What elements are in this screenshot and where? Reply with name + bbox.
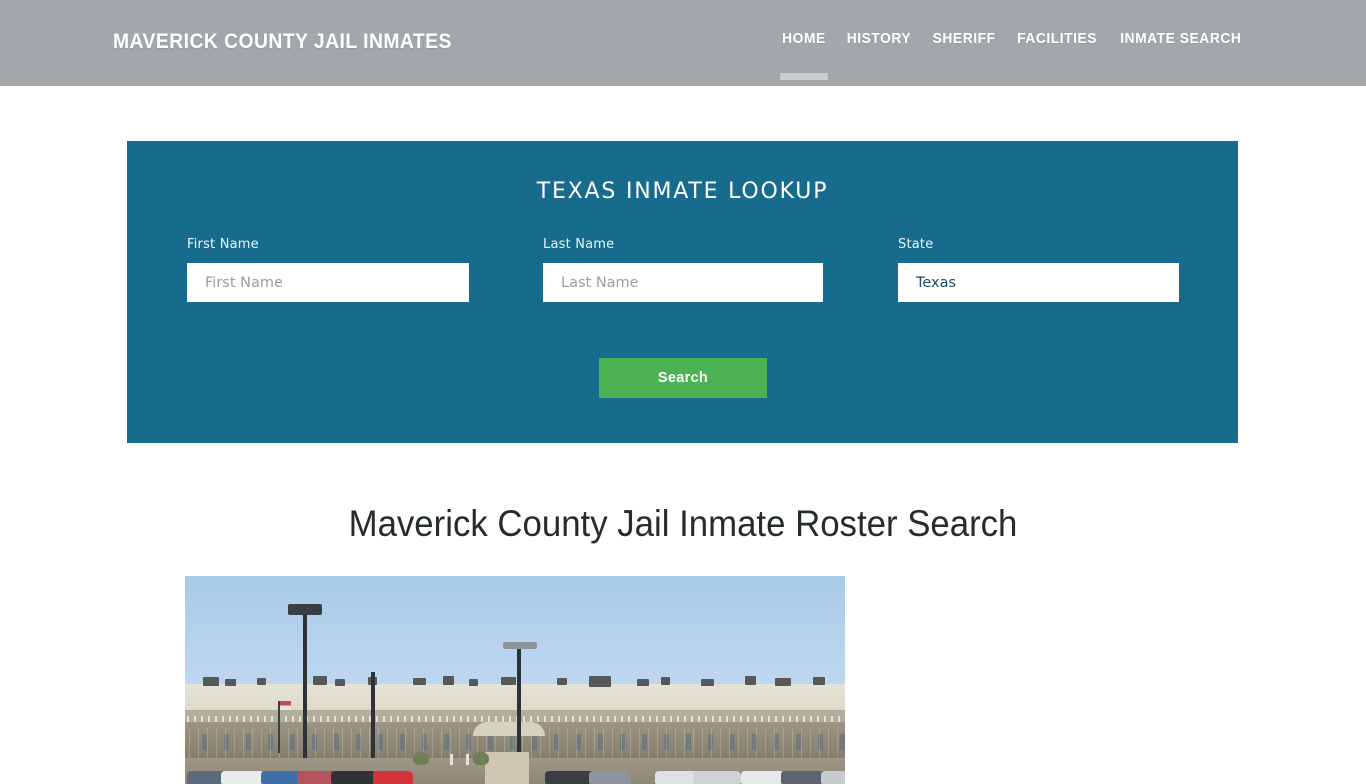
roof-unit (813, 677, 825, 685)
roof-unit (443, 676, 454, 685)
roof-unit (589, 676, 611, 687)
nav-item-home[interactable]: HOME (774, 28, 835, 50)
gatehouse (473, 722, 545, 736)
site-header: MAVERICK COUNTY JAIL INMATES HOME HISTOR… (0, 0, 1366, 86)
parked-car (373, 771, 413, 784)
roof-unit (335, 679, 345, 686)
parked-car (741, 771, 785, 784)
light-pole-head (288, 604, 322, 615)
nav-item-history[interactable]: HISTORY (838, 28, 920, 50)
first-name-label: First Name (187, 237, 259, 252)
roof-unit (225, 679, 236, 686)
parked-car (545, 771, 595, 784)
state-label: State (898, 237, 934, 252)
parked-car (693, 771, 741, 784)
parked-car (221, 771, 265, 784)
site-brand[interactable]: MAVERICK COUNTY JAIL INMATES (113, 30, 452, 54)
roof-unit (203, 677, 219, 686)
roof-unit (775, 678, 791, 686)
flag-pole (278, 701, 291, 753)
state-select[interactable]: Texas (898, 263, 1179, 302)
last-name-input[interactable] (543, 263, 823, 302)
inmate-lookup-panel: TEXAS INMATE LOOKUP First Name Last Name… (127, 141, 1238, 443)
roof-unit (469, 679, 478, 686)
roof-unit (661, 677, 670, 685)
state-field-group: State Texas (898, 237, 1179, 302)
nav-item-facilities[interactable]: FACILITIES (1009, 28, 1106, 50)
roof-unit (745, 676, 756, 685)
roof-unit (637, 679, 649, 686)
roof-unit (413, 678, 426, 685)
page-title: Maverick County Jail Inmate Roster Searc… (348, 503, 1018, 544)
roof-unit (701, 679, 714, 686)
roof-unit (501, 677, 516, 685)
last-name-label: Last Name (543, 237, 615, 252)
parked-car (589, 771, 631, 784)
roof-unit (257, 678, 266, 685)
parked-car (331, 771, 377, 784)
first-name-input[interactable] (187, 263, 469, 302)
main-navigation: HOME HISTORY SHERIFF FACILITIES INMATE S… (772, 28, 1254, 50)
facility-photo (185, 576, 845, 784)
nav-item-inmate-search[interactable]: INMATE SEARCH (1112, 28, 1250, 50)
lookup-panel-title: TEXAS INMATE LOOKUP (536, 179, 829, 204)
last-name-field-group: Last Name (543, 237, 823, 302)
light-pole (303, 606, 307, 781)
roof-unit (313, 676, 327, 685)
entry-walkway (485, 752, 529, 784)
pedestrian (466, 754, 469, 765)
nav-item-sheriff[interactable]: SHERIFF (924, 28, 1004, 50)
first-name-field-group: First Name (187, 237, 469, 302)
shrub (413, 752, 429, 765)
shrub (473, 752, 489, 765)
search-button[interactable]: Search (599, 358, 767, 398)
roof-unit (557, 678, 567, 685)
pedestrian (450, 754, 453, 765)
light-pole-head (503, 642, 537, 649)
parked-car (821, 771, 845, 784)
